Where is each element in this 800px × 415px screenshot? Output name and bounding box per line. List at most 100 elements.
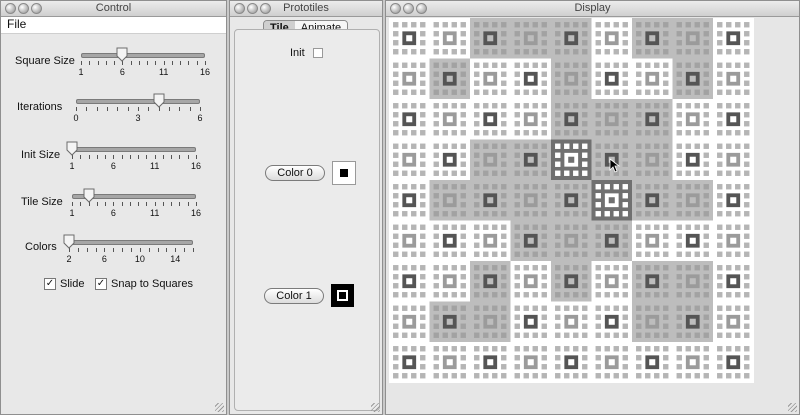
tile-center-hole — [406, 237, 413, 244]
tile-dot — [595, 103, 601, 109]
color-0-swatch[interactable] — [332, 161, 356, 185]
color-0-button[interactable]: Color 0 — [265, 165, 325, 181]
tile-dot — [582, 103, 588, 109]
tile-dot — [717, 283, 723, 289]
tile-dot — [523, 130, 529, 136]
tiling-canvas[interactable] — [389, 18, 754, 383]
tile-dot — [474, 80, 480, 86]
slider-track[interactable] — [76, 99, 200, 104]
tile-dot — [613, 373, 619, 379]
slider-init-size[interactable]: 1 6 11 16 — [66, 141, 201, 171]
slider-thumb[interactable] — [116, 47, 128, 62]
menu-bar: File — [1, 17, 226, 34]
slider-tick-label: 3 — [135, 113, 141, 123]
tile-center-hole — [446, 359, 453, 366]
tile-dot — [433, 355, 439, 361]
tile-dot — [514, 80, 520, 86]
tile-dot — [402, 170, 408, 176]
resize-grip[interactable] — [371, 403, 380, 412]
tile-dot — [501, 292, 507, 298]
color-1-swatch[interactable] — [331, 284, 354, 307]
tile-dot — [663, 22, 669, 28]
slide-checkbox[interactable]: ✓ Slide — [44, 278, 84, 290]
tile-dot — [744, 161, 750, 167]
init-swatch[interactable] — [313, 48, 323, 58]
tile-dot — [564, 89, 570, 95]
tile-dot — [703, 373, 709, 379]
tile-dot — [573, 22, 579, 28]
tile-dot — [613, 211, 619, 217]
tile-dot — [735, 346, 741, 352]
tile-dot — [595, 292, 601, 298]
tile-dot — [663, 211, 669, 217]
tile-dot — [433, 346, 439, 352]
tile-dot — [595, 170, 601, 176]
tile-dot — [685, 184, 691, 190]
tile-dot — [694, 251, 700, 257]
slider-iterations[interactable]: 0 3 6 — [73, 93, 203, 123]
slider-thumb[interactable] — [63, 234, 75, 249]
tile-dot — [393, 71, 399, 77]
tile-dot — [735, 373, 741, 379]
tile-dot — [663, 305, 669, 311]
tile-dot — [555, 170, 561, 176]
slider-square-size[interactable]: 1 6 11 16 — [78, 47, 210, 77]
slider-thumb[interactable] — [153, 93, 165, 108]
tile-dot — [676, 211, 682, 217]
tile-dot — [663, 373, 669, 379]
tile-dot — [604, 143, 610, 149]
slider-thumb[interactable] — [66, 141, 78, 156]
tile-dot — [676, 314, 682, 320]
tile-dot — [703, 292, 709, 298]
tile-dot — [622, 71, 628, 77]
tile-dot — [663, 274, 669, 280]
slider-thumb[interactable] — [83, 188, 95, 203]
tile-dot — [582, 242, 588, 248]
tile-dot — [555, 152, 561, 158]
tile-dot — [532, 251, 538, 257]
tile-dot — [676, 242, 682, 248]
tile-dot — [483, 305, 489, 311]
tile-dot — [654, 373, 660, 379]
tile-dot — [582, 224, 588, 230]
slider-track[interactable] — [81, 53, 205, 58]
tile-dot — [541, 274, 547, 280]
tile-dot — [582, 143, 588, 149]
tile-dot — [514, 251, 520, 257]
slide-check-box[interactable]: ✓ — [44, 278, 56, 290]
tile-dot — [483, 211, 489, 217]
tile-center-hole — [568, 359, 575, 366]
tile-dot — [604, 251, 610, 257]
tile-dot — [433, 314, 439, 320]
slider-tick — [121, 155, 123, 159]
tile-dot — [726, 265, 732, 271]
file-menu[interactable]: File — [7, 17, 26, 31]
tile-dot — [717, 89, 723, 95]
tile-dot — [532, 170, 538, 176]
slider-track[interactable] — [69, 240, 193, 245]
slider-track[interactable] — [72, 147, 196, 152]
tile-dot — [433, 292, 439, 298]
tile-dot — [604, 211, 610, 217]
tile-dot — [460, 80, 466, 86]
tile-dot — [541, 62, 547, 68]
tile-dot — [726, 103, 732, 109]
tile-dot — [654, 130, 660, 136]
tile-dot — [564, 62, 570, 68]
resize-grip[interactable] — [788, 403, 797, 412]
slider-colors[interactable]: 2 6 10 14 — [63, 234, 194, 264]
tile-dot — [460, 202, 466, 208]
tile-dot — [636, 161, 642, 167]
tile-dot — [717, 62, 723, 68]
tile-center-hole — [487, 278, 494, 285]
tile-dot — [442, 143, 448, 149]
snap-checkbox[interactable]: ✓ Snap to Squares — [95, 278, 193, 290]
tile-dot — [564, 332, 570, 338]
snap-check-box[interactable]: ✓ — [95, 278, 107, 290]
tile-dot — [393, 224, 399, 230]
color-1-button[interactable]: Color 1 — [264, 288, 324, 304]
slider-tick — [196, 202, 197, 206]
resize-grip[interactable] — [215, 403, 224, 412]
slider-tick — [180, 61, 182, 65]
slider-tile-size[interactable]: 1 6 11 16 — [69, 188, 201, 218]
